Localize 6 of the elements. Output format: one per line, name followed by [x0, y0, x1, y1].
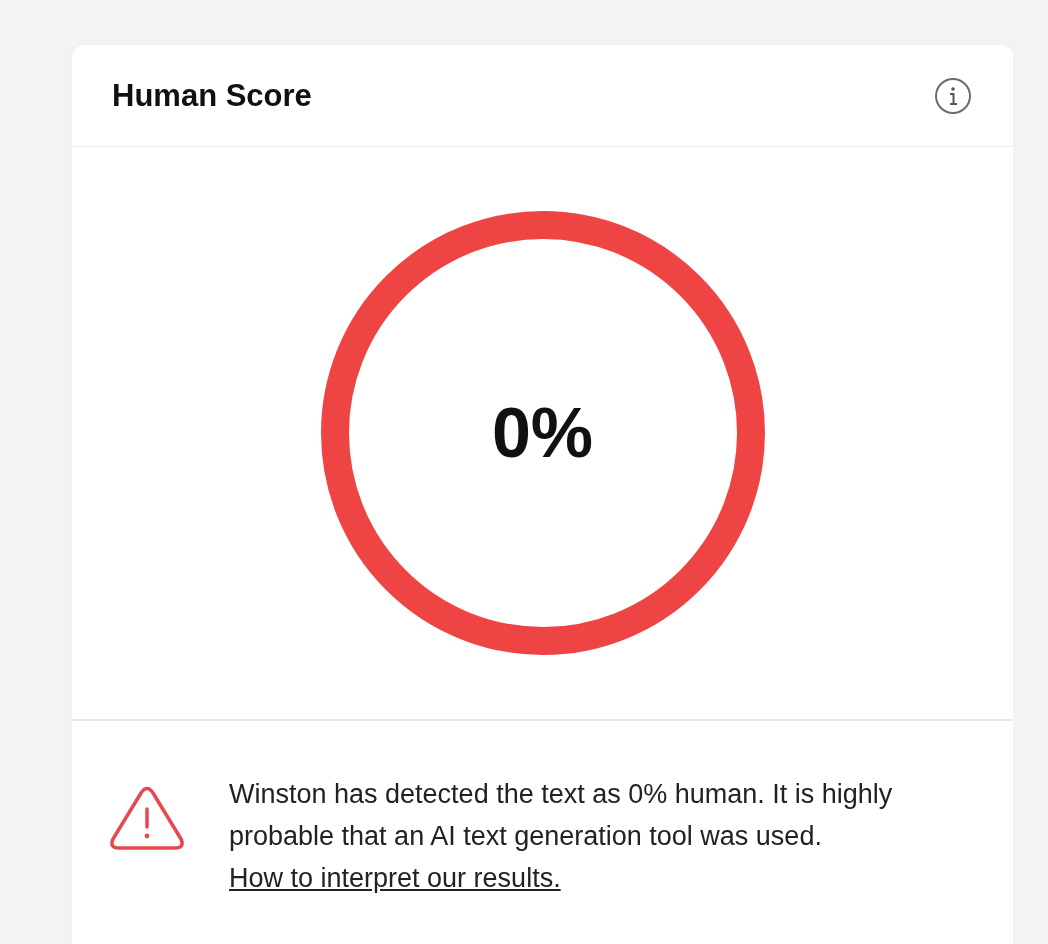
result-message: Winston has detected the text as 0% human. It is highly probable that an AI text generation tool was used. How to interpret our results.	[229, 778, 894, 895]
interpret-results-link[interactable]: How to interpret our results.	[229, 863, 561, 893]
score-reading: 0%	[491, 393, 594, 473]
info-icon[interactable]	[934, 76, 972, 115]
warning-icon	[109, 785, 185, 851]
card-title: Human Score	[112, 77, 312, 114]
